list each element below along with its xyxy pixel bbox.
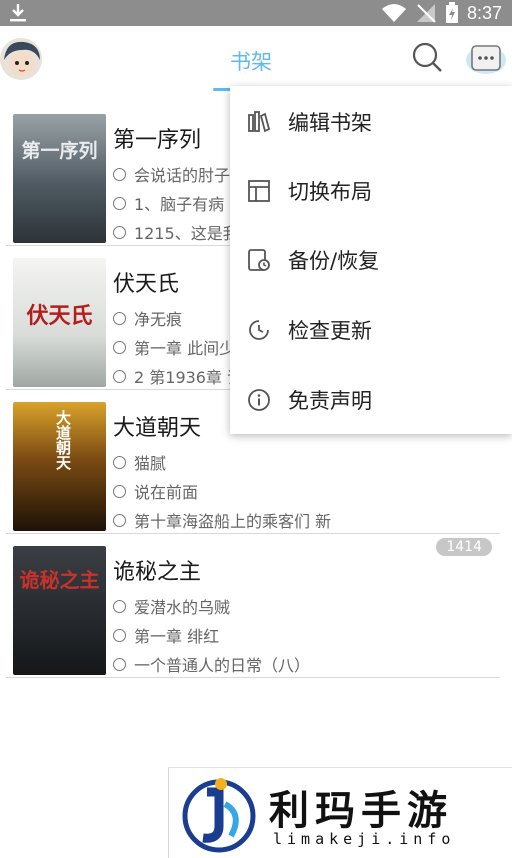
unread-count-badge: 1414 bbox=[436, 538, 492, 556]
update-icon bbox=[249, 320, 269, 340]
clock-icon bbox=[113, 628, 126, 642]
logo-icon bbox=[182, 778, 256, 853]
book-title: 诡秘之主 bbox=[113, 560, 202, 585]
tab-bookshelf[interactable]: 书架 bbox=[230, 46, 272, 76]
menu-item-switch-layout[interactable]: 切换布局 bbox=[230, 161, 512, 221]
user-icon bbox=[113, 455, 126, 469]
book-cover: 诡秘之主 bbox=[13, 546, 106, 675]
compass-icon bbox=[113, 225, 126, 239]
menu-item-label: 备份/恢复 bbox=[288, 249, 380, 273]
book-author: 猫腻 bbox=[113, 450, 166, 474]
overflow-menu: 编辑书架 切换布局 备份/恢复 检查更新 免责声明 bbox=[230, 86, 512, 434]
clock-icon bbox=[113, 340, 126, 354]
book-last-read: 说在前面 bbox=[113, 479, 198, 503]
book-last-read: 第一章 绯红 bbox=[113, 623, 219, 647]
watermark-text: 利玛手游 bbox=[269, 788, 453, 834]
watermark-logo: 利玛手游 limakeji.info bbox=[168, 767, 512, 858]
book-author: 会说话的肘子 bbox=[113, 162, 230, 186]
user-icon bbox=[113, 311, 126, 325]
info-icon bbox=[248, 389, 270, 411]
menu-item-edit-bookshelf[interactable]: 编辑书架 bbox=[230, 92, 512, 152]
book-latest-chapter: 第十章海盗船上的乘客们 新 bbox=[113, 508, 331, 532]
menu-item-label: 检查更新 bbox=[288, 319, 372, 343]
book-latest-chapter: 1215、这是我 bbox=[113, 220, 239, 244]
book-author: 净无痕 bbox=[113, 306, 182, 330]
menu-item-backup-restore[interactable]: 备份/恢复 bbox=[230, 230, 512, 290]
watermark-url: limakeji.info bbox=[273, 830, 456, 848]
book-latest-chapter: 2 第1936章 诸 bbox=[113, 364, 243, 388]
download-icon bbox=[10, 4, 26, 22]
book-last-read: 第一章 此间少 bbox=[113, 335, 235, 359]
book-author: 爱潜水的乌贼 bbox=[113, 594, 230, 618]
bookshelf-icon bbox=[248, 111, 271, 133]
message-icon[interactable] bbox=[460, 38, 508, 78]
book-title: 伏天氏 bbox=[113, 272, 180, 297]
wifi-icon bbox=[381, 4, 406, 22]
user-icon bbox=[113, 167, 126, 181]
compass-icon bbox=[113, 513, 126, 527]
user-icon bbox=[113, 599, 126, 613]
book-title: 第一序列 bbox=[113, 128, 202, 153]
status-time: 8:37 bbox=[466, 2, 502, 23]
search-icon[interactable] bbox=[410, 40, 444, 74]
book-cover: 大道朝天 bbox=[13, 402, 106, 531]
menu-item-disclaimer[interactable]: 免责声明 bbox=[230, 370, 512, 430]
menu-item-check-update[interactable]: 检查更新 bbox=[230, 300, 512, 360]
avatar[interactable] bbox=[0, 38, 42, 80]
top-bar: 书架 bbox=[0, 26, 512, 92]
book-last-read: 1、脑子有病 bbox=[113, 191, 224, 215]
menu-item-label: 编辑书架 bbox=[288, 111, 372, 135]
book-title: 大道朝天 bbox=[113, 416, 202, 441]
backup-icon bbox=[248, 249, 270, 271]
book-latest-chapter: 一个普通人的日常（八） bbox=[113, 652, 310, 676]
status-bar: 8:37 bbox=[0, 0, 512, 26]
divider bbox=[6, 677, 500, 678]
layout-icon bbox=[248, 180, 270, 202]
battery-charging-icon bbox=[445, 2, 458, 23]
menu-item-label: 免责声明 bbox=[288, 389, 372, 413]
book-cover: 第一序列 bbox=[13, 114, 106, 243]
book-item[interactable]: 诡秘之主 诡秘之主 1414 爱潜水的乌贼 第一章 绯红 一个普通人的日常（八） bbox=[0, 534, 512, 678]
menu-item-label: 切换布局 bbox=[288, 180, 372, 204]
no-signal-icon bbox=[416, 4, 436, 23]
clock-icon bbox=[113, 196, 126, 210]
book-cover: 伏天氏 bbox=[13, 258, 106, 387]
clock-icon bbox=[113, 484, 126, 498]
compass-icon bbox=[113, 369, 126, 383]
compass-icon bbox=[113, 657, 126, 671]
